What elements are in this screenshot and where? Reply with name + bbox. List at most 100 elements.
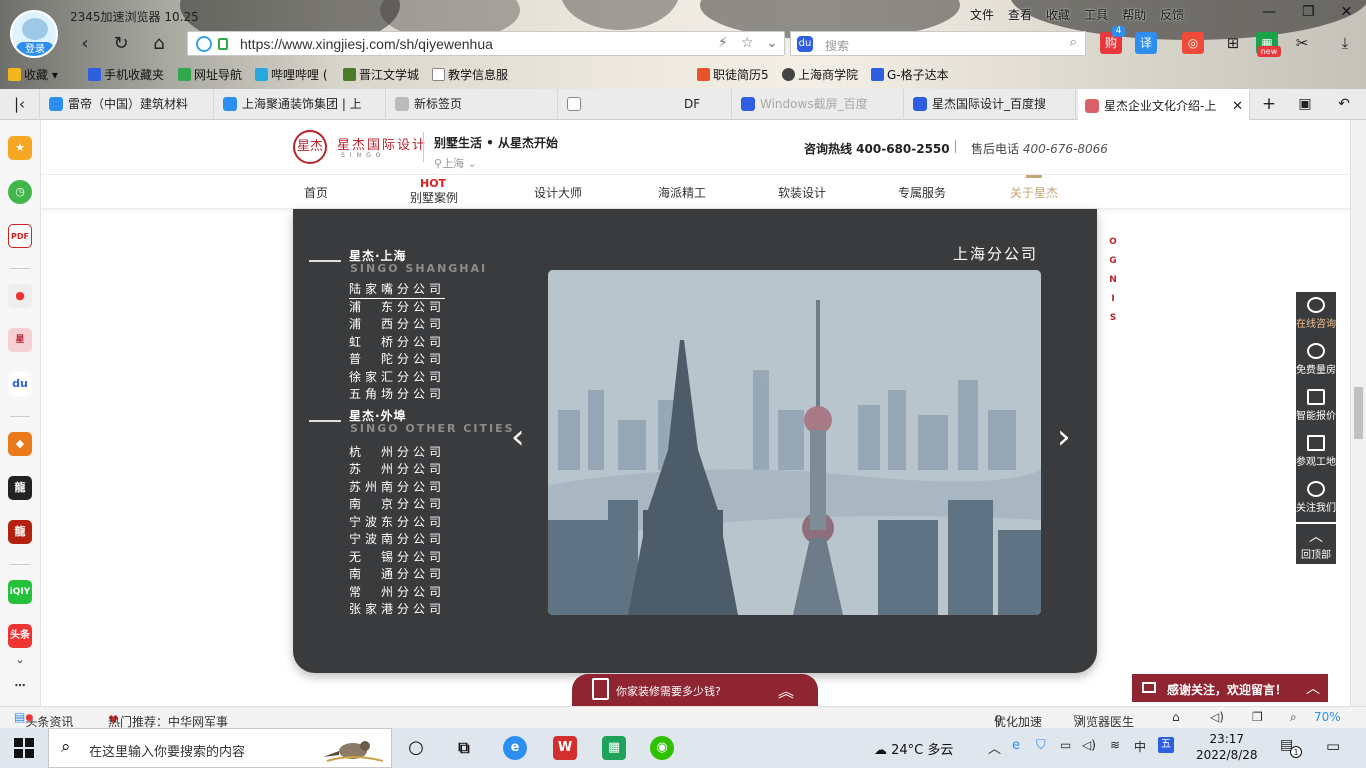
tab-1[interactable]: 雷帝（中国）建筑材料 bbox=[42, 89, 214, 120]
windows-start-icon[interactable] bbox=[14, 738, 34, 758]
free-measure-button[interactable]: 免费量房 bbox=[1296, 338, 1336, 384]
chevron-up-icon[interactable]: ︿ bbox=[1306, 678, 1320, 698]
chevron-down-icon[interactable]: ⌄ bbox=[766, 35, 778, 51]
favorites-menu[interactable]: 收藏 ▾ bbox=[8, 66, 58, 83]
iqiyi-icon[interactable]: iQIY bbox=[8, 580, 32, 604]
weather[interactable]: ☁ 24°C 多云 bbox=[874, 739, 953, 758]
home-icon[interactable]: ⌂ bbox=[148, 33, 170, 55]
calendar-app-icon[interactable]: ▦ bbox=[602, 736, 626, 760]
pdf-word-icon[interactable]: PDF bbox=[8, 224, 32, 248]
scrollbar-thumb[interactable] bbox=[1354, 387, 1363, 439]
star-icon[interactable]: ☆ bbox=[741, 35, 754, 51]
fav-sbs[interactable]: 上海商学院 bbox=[782, 66, 858, 83]
undo-close-icon[interactable]: ↶ bbox=[1326, 89, 1362, 120]
back-icon[interactable]: ‹ bbox=[74, 33, 96, 55]
zoom-icon[interactable]: ⌕ bbox=[1290, 710, 1297, 725]
wechat-icon[interactable]: ◉ bbox=[650, 736, 674, 760]
fav-resume[interactable]: 职徒简历5 bbox=[697, 66, 769, 83]
back-to-top-button[interactable]: ︿ 回顶部 bbox=[1296, 524, 1336, 564]
branch-item[interactable]: 徐家汇分公司 bbox=[349, 368, 445, 385]
close-tab-icon[interactable]: ✕ bbox=[1232, 91, 1243, 120]
baidu-paw-icon[interactable]: du bbox=[8, 372, 32, 396]
branch-item[interactable]: 虹 桥分公司 bbox=[349, 333, 445, 350]
nav-about[interactable]: 关于星杰 bbox=[1010, 184, 1058, 201]
input-method-icon[interactable]: 五 bbox=[1158, 737, 1174, 753]
dragon-game-icon[interactable]: 龍 bbox=[8, 476, 32, 500]
close-window-icon[interactable]: ✕ bbox=[1341, 4, 1353, 20]
menu-help[interactable]: 帮助 bbox=[1122, 6, 1146, 23]
branch-item[interactable]: 浦 东分公司 bbox=[349, 298, 445, 315]
online-consult-button[interactable]: 在线咨询 bbox=[1296, 292, 1336, 338]
menu-view[interactable]: 查看 bbox=[1008, 6, 1032, 23]
branch-item[interactable]: 常 州分公司 bbox=[349, 583, 445, 600]
wps-icon[interactable]: W bbox=[553, 736, 577, 760]
ime-icon[interactable]: 中 bbox=[1134, 738, 1146, 755]
fav-jjwxc[interactable]: 晋江文学城 bbox=[343, 66, 419, 83]
menu-feedback[interactable]: 反馈 bbox=[1160, 6, 1184, 23]
logo-text[interactable]: 星杰国际设计 bbox=[337, 134, 427, 153]
address-url[interactable]: https://www.xingjiesj.com/sh/qiyewenhua bbox=[240, 36, 493, 52]
cost-calculator-banner[interactable]: 你家装修需要多少钱? ︽ bbox=[572, 674, 818, 706]
branch-item-selected[interactable]: 陆家嘴分公司 bbox=[349, 280, 446, 299]
game-ext-icon[interactable]: ◎ bbox=[1182, 32, 1204, 54]
branch-item[interactable]: 苏州南分公司 bbox=[349, 478, 445, 495]
tab-scroll-left-icon[interactable]: |‹ bbox=[0, 89, 40, 120]
refresh-icon[interactable]: ↻ bbox=[110, 33, 132, 55]
search-box[interactable]: du 搜索 ⌕ bbox=[790, 31, 1086, 56]
visit-site-button[interactable]: 参观工地 bbox=[1296, 430, 1336, 476]
singo-logo-seal[interactable]: 星杰 bbox=[293, 130, 327, 164]
cortana-icon[interactable]: ○ bbox=[404, 736, 428, 760]
favorites-star-icon[interactable]: ★ bbox=[8, 136, 32, 160]
mouse-gesture-icon[interactable]: ⌂ bbox=[1172, 710, 1180, 724]
restore-icon[interactable]: ❐ bbox=[1302, 4, 1315, 20]
tray-shield-icon[interactable]: ⛉ bbox=[1036, 738, 1046, 753]
nav-craftsmanship[interactable]: 海派精工 bbox=[658, 184, 706, 201]
legend-game-icon[interactable]: 龍 bbox=[8, 520, 32, 544]
branch-item[interactable]: 张家港分公司 bbox=[349, 600, 445, 617]
next-arrow-icon[interactable]: › bbox=[1057, 417, 1071, 457]
smart-quote-button[interactable]: 智能报价 bbox=[1296, 384, 1336, 430]
fav-teaching[interactable]: 教学信息服 bbox=[432, 66, 508, 83]
tab-manager-icon[interactable]: ▣ bbox=[1290, 89, 1320, 120]
branch-item[interactable]: 宁波南分公司 bbox=[349, 530, 445, 547]
network-icon[interactable]: ≋ bbox=[1110, 738, 1120, 752]
nav-villa-cases[interactable]: 别墅案例 bbox=[410, 189, 458, 206]
download-icon[interactable]: ⤓ bbox=[1334, 32, 1356, 54]
branch-item[interactable]: 杭 州分公司 bbox=[349, 443, 445, 460]
branch-item[interactable]: 宁波东分公司 bbox=[349, 513, 445, 530]
news-link[interactable]: ▤ 头条资讯 ● bbox=[14, 710, 73, 729]
nav-home[interactable]: 首页 bbox=[304, 184, 328, 201]
window-mode-icon[interactable]: ❐ bbox=[1252, 710, 1263, 724]
taskbar-search[interactable]: ⌕ 在这里输入你要搜索的内容 bbox=[48, 728, 392, 768]
tray-expand-icon[interactable]: ︿ bbox=[988, 738, 1001, 757]
menu-file[interactable]: 文件 bbox=[970, 6, 994, 23]
page-scrollbar[interactable] bbox=[1350, 120, 1366, 706]
branch-item[interactable]: 浦 西分公司 bbox=[349, 315, 445, 332]
history-clock-icon[interactable]: ◷ bbox=[8, 180, 32, 204]
tab-active[interactable]: 星杰企业文化介绍-上 ✕ bbox=[1078, 89, 1250, 120]
minimize-icon[interactable]: — bbox=[1262, 4, 1276, 20]
fav-mobile[interactable]: 手机收藏夹 bbox=[88, 66, 164, 83]
address-bar[interactable]: https://www.xingjiesj.com/sh/qiyewenhua … bbox=[187, 31, 785, 56]
scissors-icon[interactable]: ✂ bbox=[1291, 32, 1313, 54]
apps-grid-icon[interactable]: ⊞ bbox=[1222, 32, 1244, 54]
double-chevron-up-icon[interactable]: ︽ bbox=[778, 678, 794, 702]
tab-2[interactable]: 上海聚通装饰集团 | 上 bbox=[216, 89, 386, 120]
branch-item[interactable]: 五角场分公司 bbox=[349, 385, 445, 402]
battery-icon[interactable]: ▭ bbox=[1060, 738, 1071, 752]
search-icon[interactable]: ⌕ bbox=[1070, 35, 1077, 50]
city-selector[interactable]: ⚲上海 ⌄ bbox=[434, 155, 477, 171]
game-icon[interactable]: ◆ bbox=[8, 432, 32, 456]
map-pin-icon[interactable]: ● bbox=[8, 284, 32, 308]
volume-icon[interactable]: ◁) bbox=[1210, 710, 1224, 724]
tab-3[interactable]: 新标签页 bbox=[388, 89, 558, 120]
translate-ext-icon[interactable]: 译 bbox=[1135, 32, 1157, 54]
more-icon[interactable]: ⋯ bbox=[8, 674, 32, 698]
tab-6[interactable]: 星杰国际设计_百度搜 bbox=[906, 89, 1076, 120]
security-shield-icon[interactable] bbox=[196, 36, 212, 52]
baidu-icon[interactable]: du bbox=[797, 36, 813, 52]
menu-tools[interactable]: 工具 bbox=[1084, 6, 1108, 23]
branch-item[interactable]: 南 通分公司 bbox=[349, 565, 445, 582]
branch-item[interactable]: 普 陀分公司 bbox=[349, 350, 445, 367]
chevron-down-icon[interactable]: ⌄ bbox=[8, 648, 32, 672]
